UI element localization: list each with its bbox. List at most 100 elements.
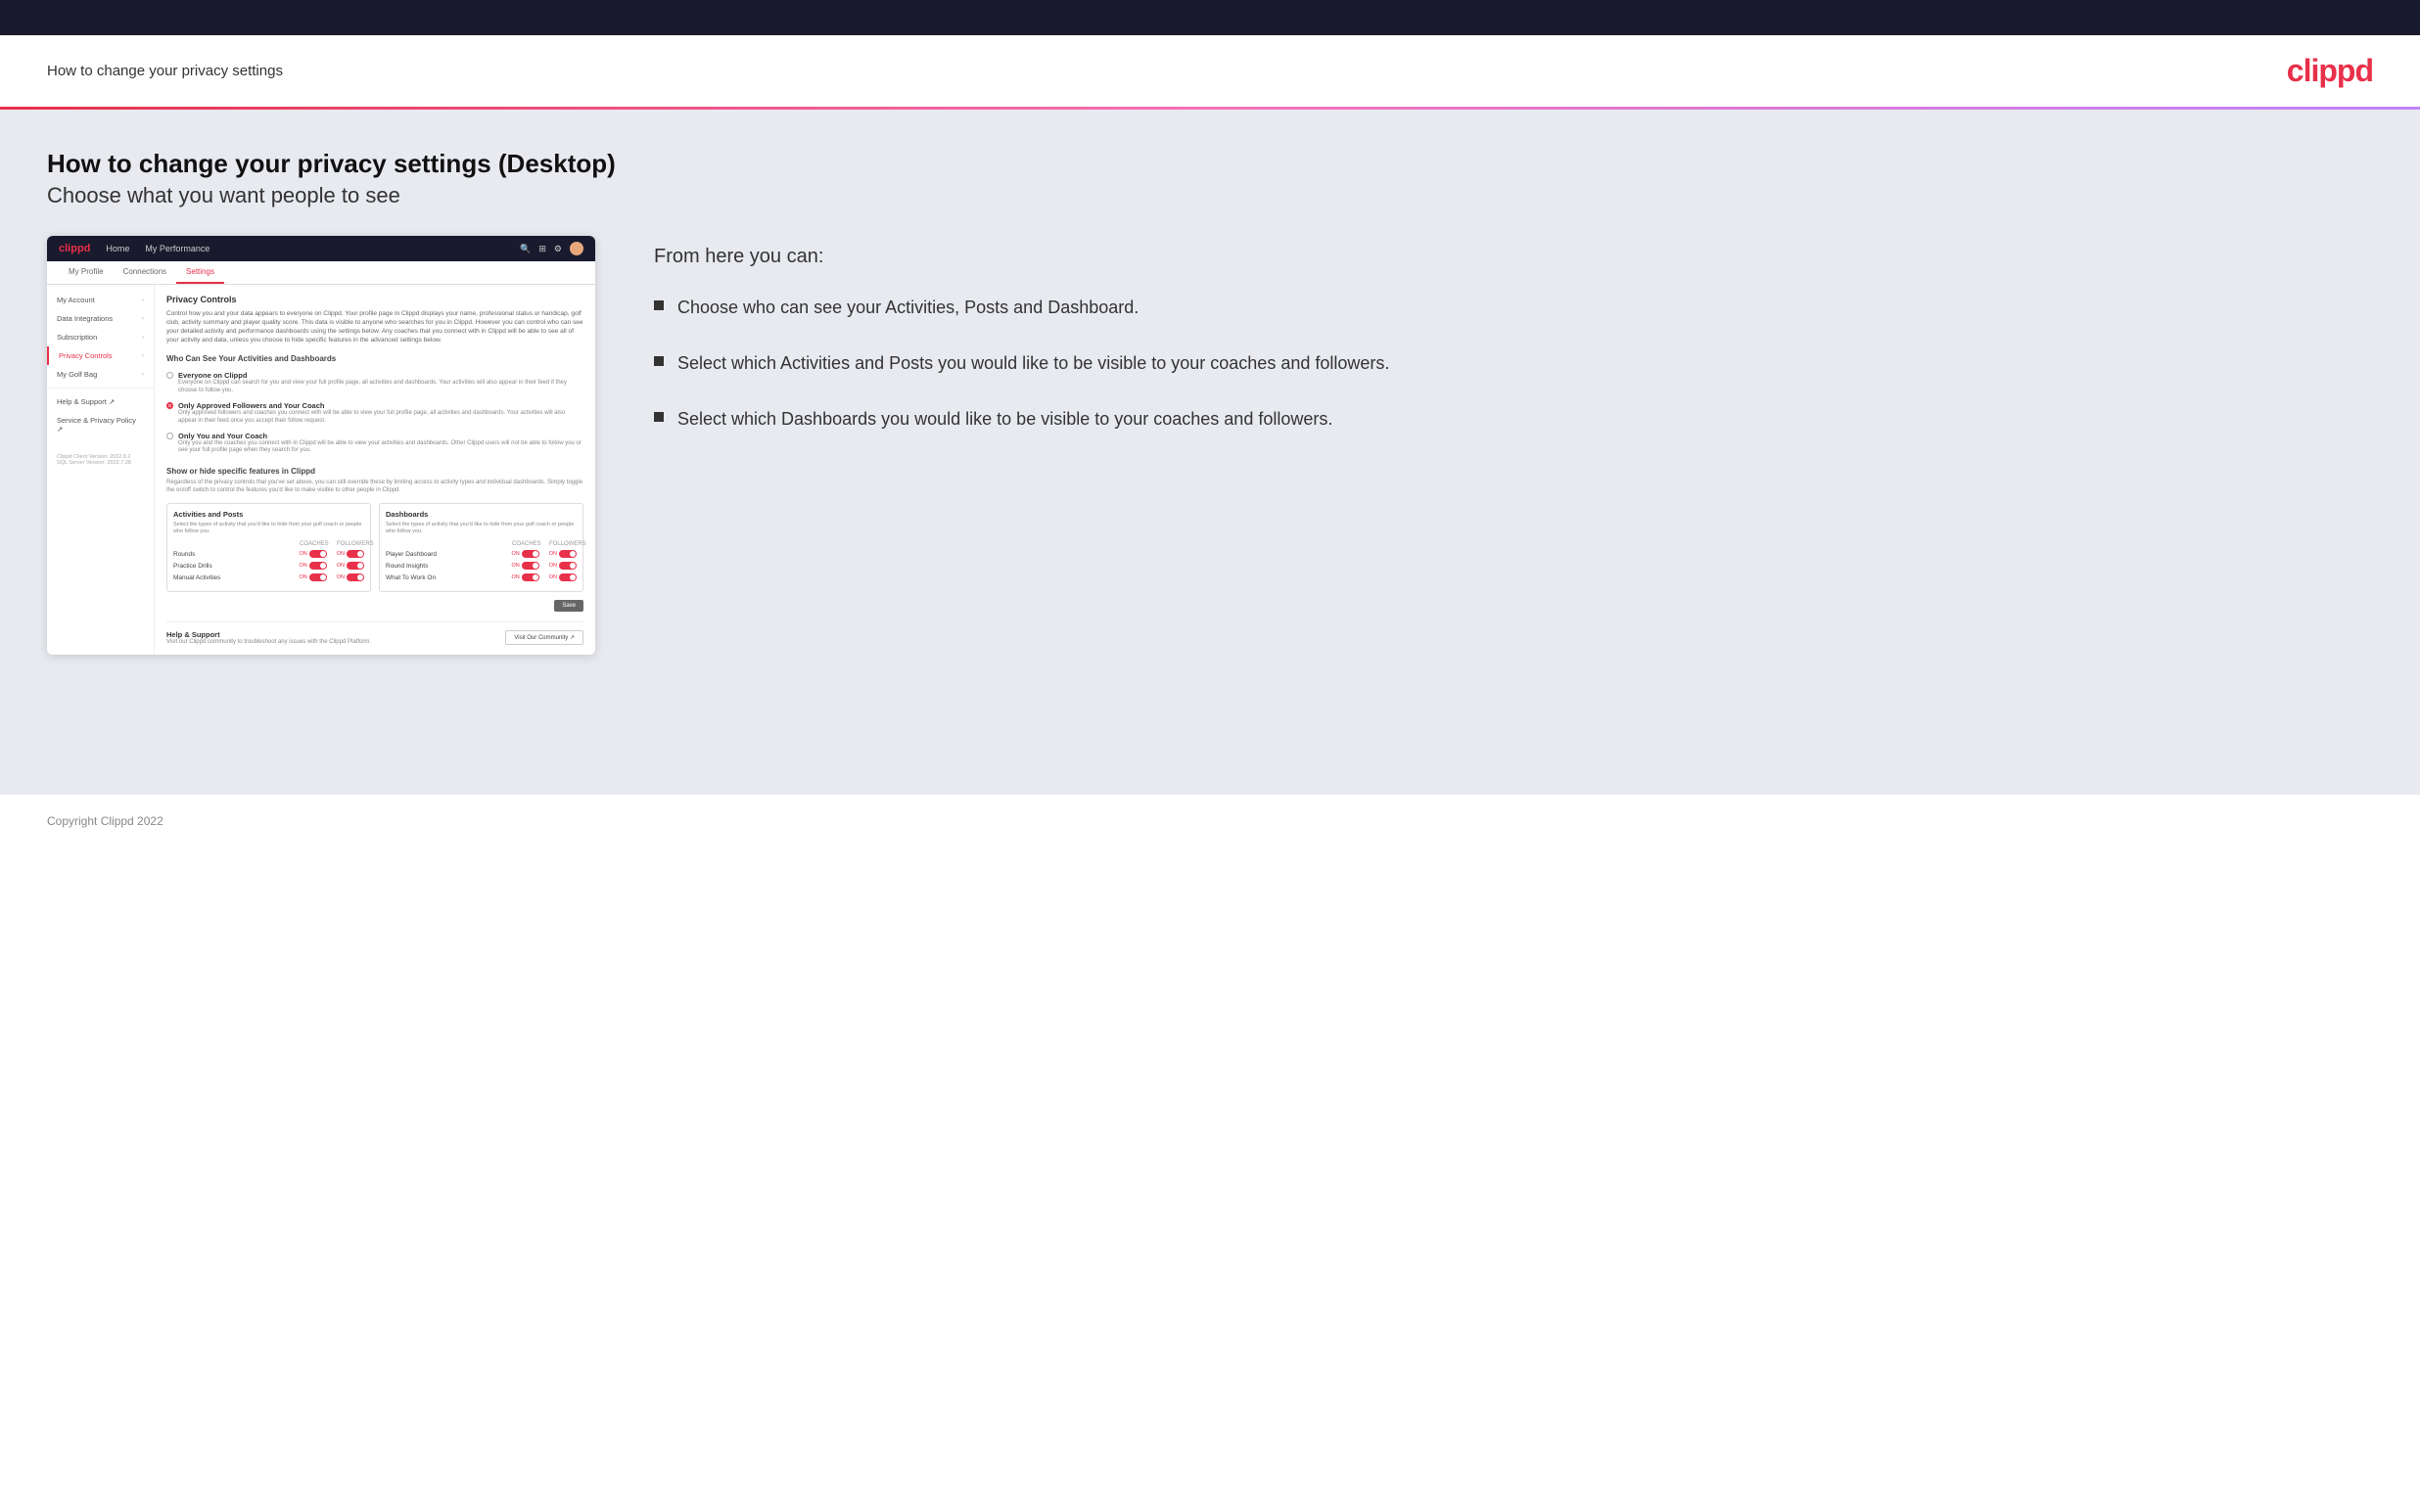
mock-nav-performance: My Performance — [145, 244, 209, 253]
radio-button-only-you[interactable] — [166, 433, 173, 439]
bullet-square-1 — [654, 300, 664, 310]
mock-nav-icons: 🔍 ⊞ ⚙ — [520, 242, 583, 255]
toggle-row-rounds: Rounds ON ON — [173, 550, 364, 558]
radio-button-followers[interactable] — [166, 402, 173, 409]
chevron-right-icon: › — [142, 298, 144, 303]
rounds-followers-toggle[interactable]: ON — [337, 550, 364, 558]
rounds-coaches-toggle[interactable]: ON — [300, 550, 327, 558]
content-row: clippd Home My Performance 🔍 ⊞ ⚙ My Prof… — [47, 236, 2373, 655]
toggle-row-practice: Practice Drills ON ON — [173, 562, 364, 570]
radio-desc-everyone: Everyone on Clippd can search for you an… — [178, 380, 583, 395]
chevron-right-icon: › — [142, 316, 144, 322]
mock-main-area: Privacy Controls Control how you and you… — [155, 285, 595, 655]
page-subheading: Choose what you want people to see — [47, 183, 2373, 208]
save-button[interactable]: Save — [554, 600, 583, 612]
bullet-square-2 — [654, 356, 664, 366]
tab-settings[interactable]: Settings — [176, 261, 224, 284]
sidebar-item-privacy-policy[interactable]: Service & Privacy Policy ↗ — [47, 411, 154, 438]
what-to-work-coaches-toggle[interactable]: ON — [512, 573, 539, 581]
mock-show-hide-title: Show or hide specific features in Clippd — [166, 467, 583, 476]
chevron-right-icon: › — [142, 335, 144, 341]
bullet-square-3 — [654, 412, 664, 422]
visit-community-button[interactable]: Visit Our Community ↗ — [505, 630, 583, 645]
mock-help-row: Help & Support Visit our Clippd communit… — [166, 621, 583, 645]
round-insights-coaches-toggle[interactable]: ON — [512, 562, 539, 570]
mock-navbar: clippd Home My Performance 🔍 ⊞ ⚙ — [47, 236, 595, 261]
bullet-item-3: Select which Dashboards you would like t… — [654, 407, 2373, 432]
radio-desc-followers: Only approved followers and coaches you … — [178, 410, 583, 426]
bullet-list: Choose who can see your Activities, Post… — [654, 296, 2373, 433]
radio-label-only-you: Only You and Your Coach — [178, 432, 583, 440]
mock-who-can-title: Who Can See Your Activities and Dashboar… — [166, 354, 583, 363]
sidebar-item-subscription[interactable]: Subscription › — [47, 328, 154, 346]
radio-button-everyone[interactable] — [166, 372, 173, 379]
manual-followers-toggle[interactable]: ON — [337, 573, 364, 581]
mock-save-row: Save — [166, 600, 583, 612]
toggle-header-dashboards: COACHES FOLLOWERS — [386, 541, 577, 547]
sidebar-label-account: My Account — [57, 296, 95, 304]
mock-tabs: My Profile Connections Settings — [47, 261, 595, 285]
practice-coaches-toggle[interactable]: ON — [300, 562, 327, 570]
right-panel: From here you can: Choose who can see yo… — [634, 236, 2373, 433]
sidebar-item-data[interactable]: Data Integrations › — [47, 309, 154, 328]
sidebar-label-help: Help & Support ↗ — [57, 397, 115, 406]
radio-everyone[interactable]: Everyone on Clippd Everyone on Clippd ca… — [166, 371, 583, 395]
manual-coaches-toggle[interactable]: ON — [300, 573, 327, 581]
footer: Copyright Clippd 2022 — [0, 795, 2420, 848]
mock-sidebar: My Account › Data Integrations › Subscri… — [47, 285, 155, 655]
toggle-row-round-insights: Round Insights ON ON — [386, 562, 577, 570]
chevron-right-icon: › — [142, 353, 144, 359]
activities-box: Activities and Posts Select the types of… — [166, 503, 371, 592]
sidebar-item-privacy[interactable]: Privacy Controls › — [47, 346, 154, 365]
sidebar-item-help[interactable]: Help & Support ↗ — [47, 392, 154, 411]
bullet-text-3: Select which Dashboards you would like t… — [677, 407, 1332, 432]
radio-label-followers: Only Approved Followers and Your Coach — [178, 401, 583, 410]
tab-connections[interactable]: Connections — [114, 261, 176, 284]
chevron-right-icon: › — [142, 372, 144, 378]
mock-logo: clippd — [59, 243, 90, 254]
bullet-item-1: Choose who can see your Activities, Post… — [654, 296, 2373, 320]
bullet-text-2: Select which Activities and Posts you wo… — [677, 351, 1389, 376]
footer-copyright: Copyright Clippd 2022 — [47, 814, 163, 828]
mock-body: My Account › Data Integrations › Subscri… — [47, 285, 595, 655]
tab-my-profile[interactable]: My Profile — [59, 261, 114, 284]
sidebar-label-privacy: Privacy Controls — [59, 351, 113, 360]
radio-only-you[interactable]: Only You and Your Coach Only you and the… — [166, 432, 583, 456]
toggle-header-activities: COACHES FOLLOWERS — [173, 541, 364, 547]
main-content: How to change your privacy settings (Des… — [0, 110, 2420, 795]
practice-followers-toggle[interactable]: ON — [337, 562, 364, 570]
round-insights-followers-toggle[interactable]: ON — [549, 562, 577, 570]
sidebar-label-privacy-policy: Service & Privacy Policy ↗ — [57, 416, 144, 434]
settings-icon: ⚙ — [554, 244, 562, 254]
sidebar-divider — [47, 388, 154, 389]
coaches-label-d: COACHES — [512, 541, 539, 547]
coaches-label: COACHES — [300, 541, 327, 547]
dashboards-title: Dashboards — [386, 510, 577, 519]
toggle-row-manual: Manual Activities ON ON — [173, 573, 364, 581]
mock-section-desc: Control how you and your data appears to… — [166, 309, 583, 344]
dashboards-desc: Select the types of activity that you'd … — [386, 522, 577, 535]
radio-desc-only-you: Only you and the coaches you connect wit… — [178, 440, 583, 456]
sidebar-item-golf-bag[interactable]: My Golf Bag › — [47, 365, 154, 384]
page-heading: How to change your privacy settings (Des… — [47, 149, 2373, 179]
radio-label-everyone: Everyone on Clippd — [178, 371, 583, 380]
sidebar-item-account[interactable]: My Account › — [47, 291, 154, 309]
radio-followers[interactable]: Only Approved Followers and Your Coach O… — [166, 401, 583, 426]
followers-label: FOLLOWERS — [337, 541, 364, 547]
dashboards-box: Dashboards Select the types of activity … — [379, 503, 583, 592]
player-dashboard-coaches-toggle[interactable]: ON — [512, 550, 539, 558]
mock-nav-home: Home — [106, 244, 129, 253]
help-desc: Visit our Clippd community to troublesho… — [166, 639, 371, 645]
sidebar-label-golf-bag: My Golf Bag — [57, 370, 97, 379]
activities-title: Activities and Posts — [173, 510, 364, 519]
logo: clippd — [2287, 53, 2373, 89]
top-bar — [0, 0, 2420, 35]
toggle-row-what-to-work: What To Work On ON ON — [386, 573, 577, 581]
activities-desc: Select the types of activity that you'd … — [173, 522, 364, 535]
player-dashboard-followers-toggle[interactable]: ON — [549, 550, 577, 558]
bullet-text-1: Choose who can see your Activities, Post… — [677, 296, 1139, 320]
avatar — [570, 242, 583, 255]
search-icon: 🔍 — [520, 244, 531, 254]
what-to-work-followers-toggle[interactable]: ON — [549, 573, 577, 581]
from-here-title: From here you can: — [654, 246, 2373, 268]
